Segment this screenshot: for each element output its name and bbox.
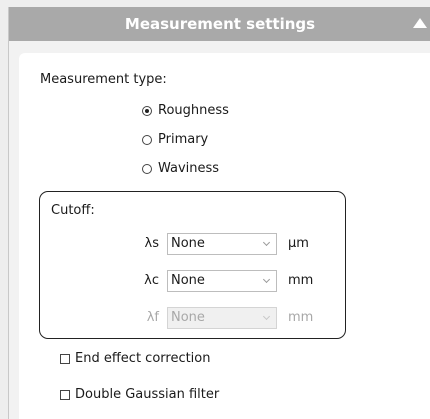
radio-primary[interactable]: Primary (142, 132, 208, 147)
radio-unchecked-icon (142, 163, 152, 174)
chevron-down-icon (262, 312, 271, 321)
settings-card: Measurement type: Roughness Primary Wavi… (19, 53, 430, 419)
radio-primary-label: Primary (158, 132, 209, 147)
lambda-c-label: λc (144, 273, 159, 288)
radio-checked-icon (142, 105, 152, 116)
collapse-arrow-icon[interactable] (413, 18, 427, 28)
radio-waviness[interactable]: Waviness (142, 161, 219, 176)
lambda-f-value: None (171, 310, 205, 325)
double-gaussian-filter-label: Double Gaussian filter (75, 387, 220, 402)
radio-unchecked-icon (142, 134, 152, 145)
lambda-s-select[interactable]: None (167, 233, 277, 255)
lambda-s-label: λs (144, 236, 159, 251)
radio-roughness-label: Roughness (158, 103, 229, 118)
lambda-s-unit: µm (288, 236, 309, 251)
checkbox-unchecked-icon (60, 353, 70, 364)
lambda-c-select[interactable]: None (167, 270, 277, 292)
chevron-down-icon (262, 275, 271, 284)
cutoff-label: Cutoff: (51, 203, 95, 218)
measurement-type-label: Measurement type: (40, 72, 167, 87)
lambda-c-unit: mm (288, 273, 314, 288)
lambda-f-select: None (167, 307, 277, 329)
panel-title: Measurement settings (124, 15, 316, 33)
lambda-f-unit: mm (288, 310, 314, 325)
cutoff-group: Cutoff: λs None µm λc None mm λf None mm (39, 191, 346, 339)
lambda-c-value: None (171, 273, 205, 288)
lambda-f-label: λf (146, 310, 159, 325)
end-effect-correction-label: End effect correction (75, 351, 211, 366)
measurement-settings-panel: Measurement settings Measurement type: R… (8, 7, 430, 419)
chevron-down-icon (262, 238, 271, 247)
checkbox-unchecked-icon (60, 389, 70, 400)
double-gaussian-filter-checkbox[interactable]: Double Gaussian filter (60, 387, 219, 402)
lambda-s-value: None (171, 236, 205, 251)
radio-waviness-label: Waviness (158, 161, 220, 176)
end-effect-correction-checkbox[interactable]: End effect correction (60, 351, 211, 366)
panel-header[interactable]: Measurement settings (9, 7, 430, 41)
radio-roughness[interactable]: Roughness (142, 103, 229, 118)
